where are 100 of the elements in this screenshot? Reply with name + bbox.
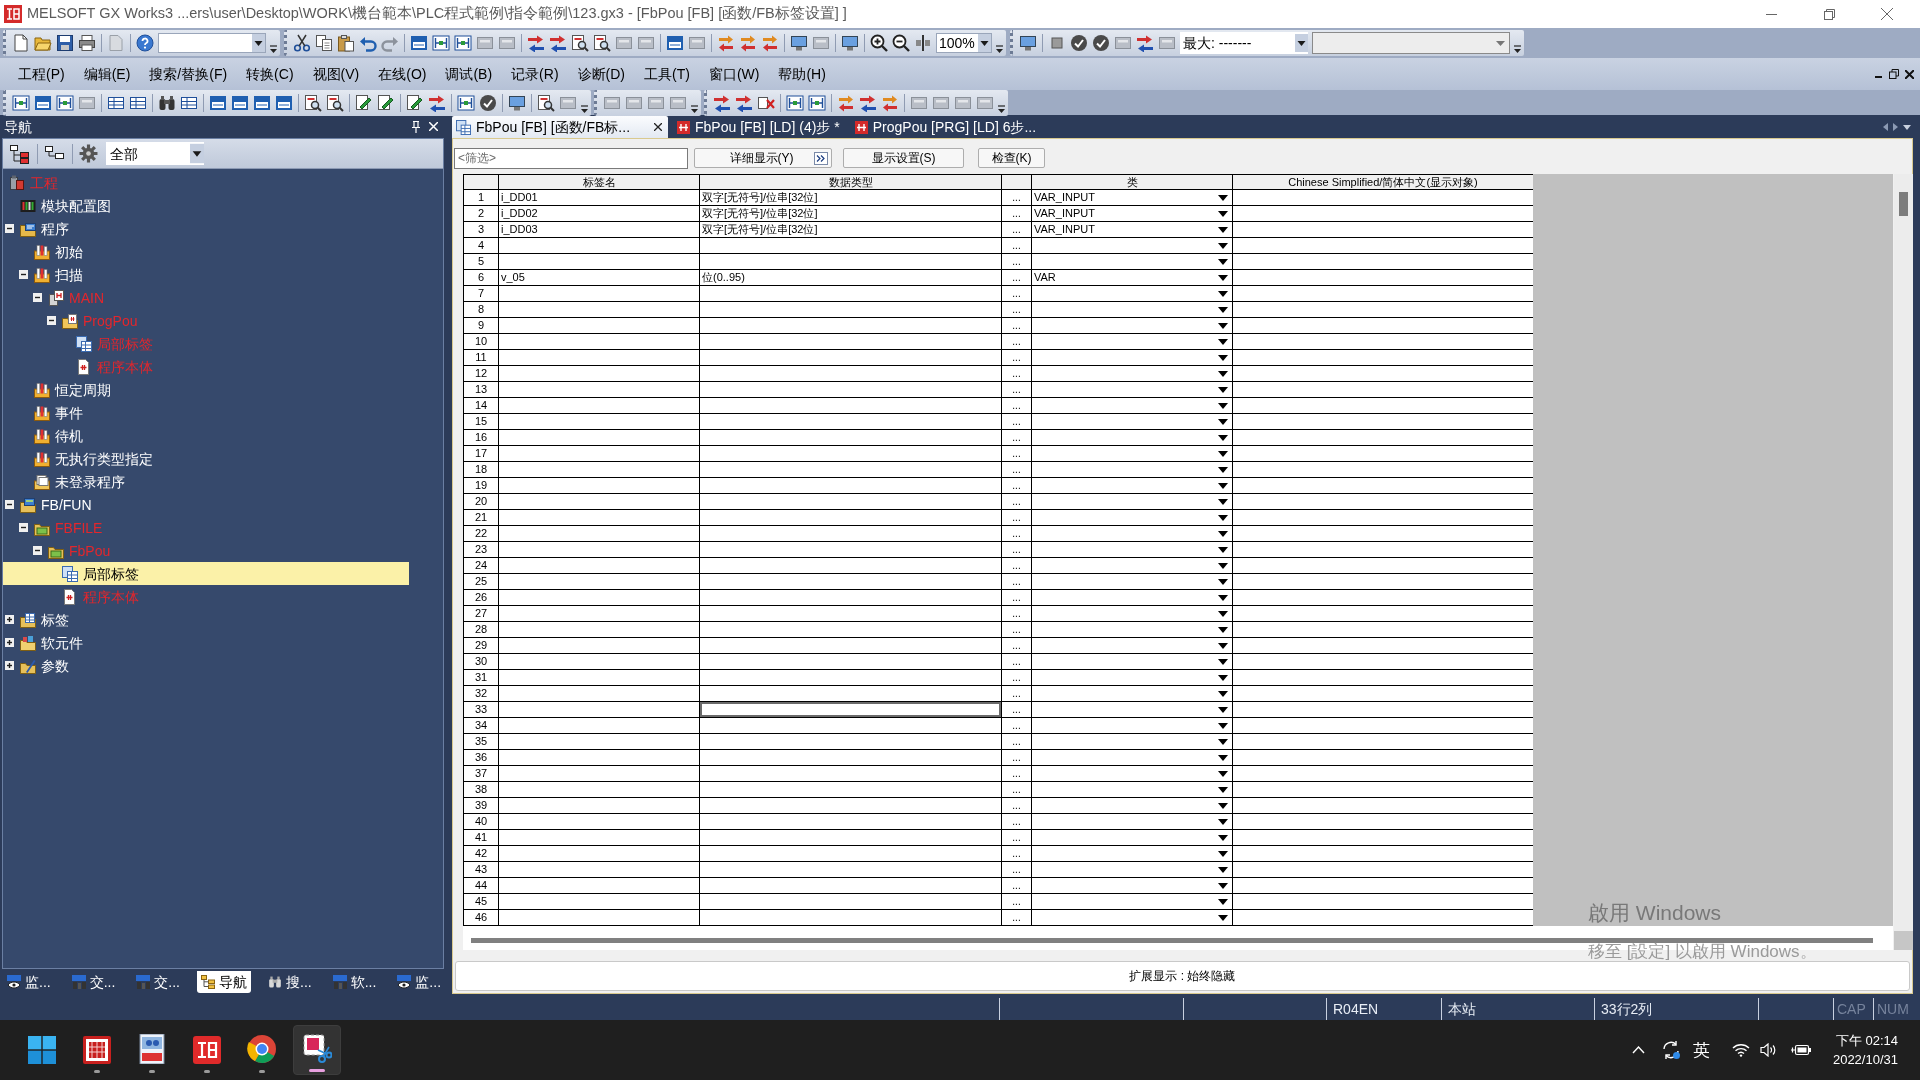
scrollbar-thumb[interactable] xyxy=(471,938,1873,943)
expand-icon[interactable] xyxy=(5,661,14,670)
editor-tab[interactable]: ProgPou [PRG] [LD] 6步... xyxy=(850,116,1043,138)
block-icon[interactable] xyxy=(637,34,655,52)
window-icon[interactable] xyxy=(34,93,52,112)
editor-tab[interactable]: FbPou [FB] [函数/FB标... xyxy=(452,116,668,138)
arrows-icon[interactable] xyxy=(527,34,545,52)
caret-down-icon[interactable] xyxy=(978,34,991,52)
gear-icon[interactable] xyxy=(79,144,98,163)
arrows-icon[interactable] xyxy=(713,93,731,112)
document-search-icon[interactable] xyxy=(326,93,344,112)
panel-tab[interactable]: 软... xyxy=(328,971,381,993)
minimize-icon[interactable] xyxy=(1765,13,1777,15)
window-icon[interactable] xyxy=(209,93,227,112)
collapse-icon[interactable] xyxy=(19,270,28,279)
document-search-icon[interactable] xyxy=(571,34,589,52)
menu-item[interactable]: 在线(O) xyxy=(368,67,436,81)
browse-button[interactable]: ... xyxy=(1002,654,1032,669)
browse-button[interactable]: ... xyxy=(1002,638,1032,653)
browse-button[interactable]: ... xyxy=(1002,798,1032,813)
menu-item[interactable]: 诊断(D) xyxy=(568,67,635,81)
browse-button[interactable]: ... xyxy=(1002,782,1032,797)
browse-button[interactable]: ... xyxy=(1002,494,1032,509)
tree-item[interactable]: 参数 xyxy=(5,654,73,677)
view-dropdown[interactable]: 全部 xyxy=(106,142,204,165)
more-icon[interactable] xyxy=(581,104,588,114)
monitor-icon[interactable] xyxy=(790,34,808,52)
window-icon[interactable] xyxy=(666,34,684,52)
toolbar-button[interactable]: 详细显示(Y) xyxy=(694,148,832,168)
browse-button[interactable]: ... xyxy=(1002,670,1032,685)
browse-button[interactable]: ... xyxy=(1002,910,1032,925)
check-circle-icon[interactable] xyxy=(1092,34,1110,52)
sync-icon[interactable] xyxy=(1660,1040,1681,1060)
window-icon[interactable] xyxy=(231,93,249,112)
arrows-icon[interactable] xyxy=(428,93,446,112)
panel-tab[interactable]: 搜... xyxy=(264,971,316,993)
browse-button[interactable]: ... xyxy=(1002,574,1032,589)
collapse-icon[interactable] xyxy=(5,500,14,509)
browse-button[interactable]: ... xyxy=(1002,814,1032,829)
menu-item[interactable]: 窗口(W) xyxy=(699,67,769,81)
browse-button[interactable]: ... xyxy=(1002,446,1032,461)
browse-button[interactable]: ... xyxy=(1002,542,1032,557)
expand-icon[interactable] xyxy=(5,638,14,647)
browse-button[interactable]: ... xyxy=(1002,878,1032,893)
menu-item[interactable]: 编辑(E) xyxy=(74,67,140,81)
browse-button[interactable]: ... xyxy=(1002,558,1032,573)
block-icon[interactable] xyxy=(1158,34,1176,52)
browse-button[interactable]: ... xyxy=(1002,350,1032,365)
menu-item[interactable]: 转换(C) xyxy=(236,67,304,81)
browse-button[interactable]: ... xyxy=(1002,510,1032,525)
monitor-icon[interactable] xyxy=(841,34,859,52)
class-dropdown[interactable]: VAR xyxy=(1032,270,1233,285)
help-icon[interactable] xyxy=(136,34,154,52)
browse-button[interactable]: ... xyxy=(1002,302,1032,317)
tree-item[interactable]: 待机 xyxy=(28,424,87,447)
panel-tab[interactable]: 交... xyxy=(132,971,184,993)
undo-icon[interactable] xyxy=(359,34,377,52)
pin-icon[interactable] xyxy=(412,120,420,133)
scroll-right-icon[interactable] xyxy=(1893,123,1898,131)
binoculars-icon[interactable] xyxy=(158,93,176,112)
ladder-icon[interactable] xyxy=(432,34,450,52)
clipboard-icon[interactable] xyxy=(337,34,355,52)
collapse-icon[interactable] xyxy=(19,523,28,532)
class-dropdown[interactable]: VAR_INPUT xyxy=(1032,222,1233,237)
browse-button[interactable]: ... xyxy=(1002,846,1032,861)
collapse-icon[interactable] xyxy=(5,224,14,233)
clock-date[interactable]: 2022/10/31 xyxy=(1832,1053,1898,1066)
caret-down-icon[interactable] xyxy=(1903,124,1911,130)
scrollbar[interactable] xyxy=(1894,174,1913,931)
browse-button[interactable]: ... xyxy=(1002,894,1032,909)
block-icon[interactable] xyxy=(688,34,706,52)
arrows-icon[interactable] xyxy=(761,34,779,52)
volume-icon[interactable] xyxy=(1759,1043,1777,1057)
browse-button[interactable]: ... xyxy=(1002,606,1032,621)
ladder-icon[interactable] xyxy=(786,93,804,112)
expand-icon[interactable] xyxy=(5,615,14,624)
more-icon[interactable] xyxy=(691,104,698,114)
copy-icon[interactable] xyxy=(315,34,333,52)
browse-button[interactable]: ... xyxy=(1002,478,1032,493)
zoom-in-icon[interactable] xyxy=(870,34,888,52)
collapse-icon[interactable] xyxy=(33,293,42,302)
panel-tab[interactable]: 监... xyxy=(393,971,446,993)
window-icon[interactable] xyxy=(253,93,271,112)
browse-button[interactable]: ... xyxy=(1002,622,1032,637)
arrows-icon[interactable] xyxy=(881,93,899,112)
more-icon[interactable] xyxy=(270,45,277,54)
arrows-icon[interactable] xyxy=(1136,34,1154,52)
browse-button[interactable]: ... xyxy=(1002,526,1032,541)
arrows-icon[interactable] xyxy=(549,34,567,52)
browse-button[interactable]: ... xyxy=(1002,766,1032,781)
collapse-icon[interactable] xyxy=(33,546,42,555)
browse-button[interactable]: ... xyxy=(1002,206,1032,221)
toolbar-button[interactable]: 显示设置(S) xyxy=(843,148,964,168)
panel-tab[interactable]: 交... xyxy=(67,971,120,993)
close-icon[interactable] xyxy=(654,123,662,131)
browse-button[interactable]: ... xyxy=(1002,734,1032,749)
browse-button[interactable]: ... xyxy=(1002,286,1032,301)
monitor-icon[interactable] xyxy=(1019,34,1037,52)
menu-item[interactable]: 视图(V) xyxy=(303,67,369,81)
ladder-icon[interactable] xyxy=(12,93,30,112)
